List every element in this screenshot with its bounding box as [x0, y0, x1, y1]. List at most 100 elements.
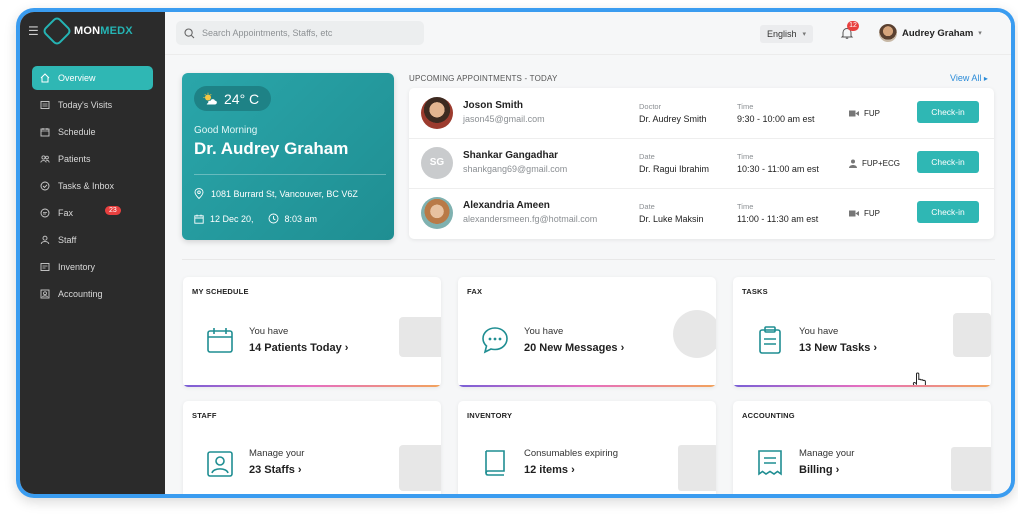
appointments-heading: UPCOMING APPOINTMENTS - TODAY [409, 74, 558, 83]
calendar-watermark-icon [399, 317, 441, 357]
sidebar-item-staff[interactable]: Staff [32, 228, 153, 252]
calendar-icon [207, 328, 233, 353]
brand-name: MONMEDX [74, 25, 133, 37]
location-pin-icon [194, 188, 204, 199]
visits-icon [40, 100, 50, 110]
notification-badge: 12 [847, 21, 859, 31]
brand: ☰ MONMEDX [20, 12, 165, 50]
doctor-value: Dr. Luke Maksin [639, 214, 704, 224]
sidebar-item-label: Accounting [58, 289, 103, 299]
video-icon [849, 110, 859, 117]
appointment-row: Joson Smith jason45@gmail.com Doctor Dr.… [409, 88, 994, 139]
sidebar-item-tasks-inbox[interactable]: Tasks & Inbox [32, 174, 153, 198]
card-title: MY SCHEDULE [192, 287, 249, 296]
card-fax[interactable]: FAX You have 20 New Messages › [458, 277, 716, 387]
card-inventory[interactable]: INVENTORY Consumables expiring 12 items … [458, 401, 716, 494]
video-icon [849, 210, 859, 217]
card-title: FAX [467, 287, 483, 296]
check-in-button[interactable]: Check-in [917, 201, 979, 223]
chevron-right-icon: › [344, 342, 349, 354]
card-subtitle: Consumables expiring [524, 448, 618, 459]
avatar: SG [421, 147, 453, 179]
sidebar-item-inventory[interactable]: Inventory [32, 255, 153, 279]
receipt-watermark-icon [951, 447, 991, 491]
sidebar-item-label: Staff [58, 235, 77, 245]
chevron-right-icon: ▸ [983, 74, 988, 83]
card-accounting[interactable]: ACCOUNTING Manage your Billing › [733, 401, 991, 494]
patient-email: alexandersmeen.fg@hotmail.com [463, 214, 598, 224]
staff-icon [40, 235, 50, 245]
clipboard-icon [759, 326, 781, 354]
section-divider [182, 259, 995, 260]
welcome-card: 24° C Good Morning Dr. Audrey Graham 108… [182, 73, 394, 240]
view-all-label: View All [950, 73, 982, 83]
user-name: Audrey Graham [902, 27, 974, 39]
card-title: STAFF [192, 411, 217, 420]
card-title: ACCOUNTING [742, 411, 795, 420]
check-in-button[interactable]: Check-in [917, 151, 979, 173]
language-label: English [767, 29, 797, 39]
doctor-label: Doctor [639, 102, 662, 111]
menu-icon[interactable]: ☰ [28, 24, 40, 38]
appointments-list: Joson Smith jason45@gmail.com Doctor Dr.… [409, 88, 994, 239]
time-value: 9:30 - 10:00 am est [737, 114, 815, 124]
sidebar-item-label: Inventory [58, 262, 96, 272]
sidebar-item-patients[interactable]: Patients [32, 147, 153, 171]
chevron-down-icon: ▾ [802, 31, 807, 38]
calendar-icon [40, 127, 50, 137]
chevron-right-icon: › [620, 342, 625, 354]
card-title: INVENTORY [467, 411, 513, 420]
language-select[interactable]: English ▾ [760, 25, 814, 43]
avatar-initials: SG [429, 157, 445, 168]
doctor-name: Dr. Audrey Graham [194, 139, 349, 158]
avatar [421, 97, 453, 129]
search-input[interactable]: Search Appointments, Staffs, etc [176, 21, 424, 45]
logo-icon [41, 15, 73, 47]
patients-icon [40, 154, 50, 164]
doctor-label: Date [639, 152, 655, 161]
time-label: Time [737, 102, 754, 111]
card-accent-line [183, 385, 441, 387]
patient-name: Shankar Gangadhar [463, 150, 559, 161]
visit-type-label: FUP [864, 209, 880, 218]
visit-type: FUP [849, 109, 880, 118]
sidebar-item-accounting[interactable]: Accounting [32, 282, 153, 306]
card-value: 20 New Messages [524, 342, 618, 354]
appointment-row: SG Shankar Gangadhar shankgang69@gmail.c… [409, 138, 994, 189]
sidebar-item-fax[interactable]: Fax 23 [32, 201, 153, 225]
accounting-icon [40, 289, 50, 299]
chevron-right-icon: › [571, 464, 575, 476]
temperature-value: 24° C [224, 90, 260, 107]
staff-id-icon [207, 451, 233, 477]
weather-pill: 24° C [194, 86, 272, 111]
card-staff[interactable]: STAFF Manage your 23 Staffs › [183, 401, 441, 494]
visit-type-label: FUP [864, 109, 880, 118]
sidebar-item-label: Today's Visits [58, 100, 113, 110]
divider [194, 174, 386, 175]
search-icon [184, 27, 195, 38]
doctor-value: Dr. Ragui Ibrahim [639, 164, 710, 174]
doctor-value: Dr. Audrey Smith [639, 114, 707, 124]
visit-type: FUP [849, 209, 880, 218]
view-all-link[interactable]: View All ▸ [950, 73, 988, 83]
card-value: 13 New Tasks [799, 342, 871, 354]
chat-bubble-icon [482, 327, 508, 354]
chevron-down-icon: ▾ [978, 30, 982, 37]
person-icon [849, 159, 857, 168]
visit-type: FUP+ECG [849, 159, 900, 168]
sidebar-item-schedule[interactable]: Schedule [32, 120, 153, 144]
card-tasks[interactable]: TASKS You have 13 New Tasks › [733, 277, 991, 387]
time-text: 8:03 am [284, 213, 318, 224]
weather-icon [203, 92, 217, 104]
avatar [421, 197, 453, 229]
calendar-icon [194, 214, 204, 224]
user-menu[interactable]: Audrey Graham ▾ [879, 24, 982, 42]
book-watermark-icon [678, 445, 716, 491]
card-my-schedule[interactable]: MY SCHEDULE You have 14 Patients Today › [183, 277, 441, 387]
sidebar-item-label: Fax [58, 208, 74, 218]
check-in-button[interactable]: Check-in [917, 101, 979, 123]
sidebar-item-todays-visits[interactable]: Today's Visits [32, 93, 153, 117]
card-value: 23 Staffs [249, 464, 295, 476]
sidebar-item-overview[interactable]: Overview [32, 66, 153, 90]
date-time: 12 Dec 20, 8:03 am [194, 213, 317, 224]
